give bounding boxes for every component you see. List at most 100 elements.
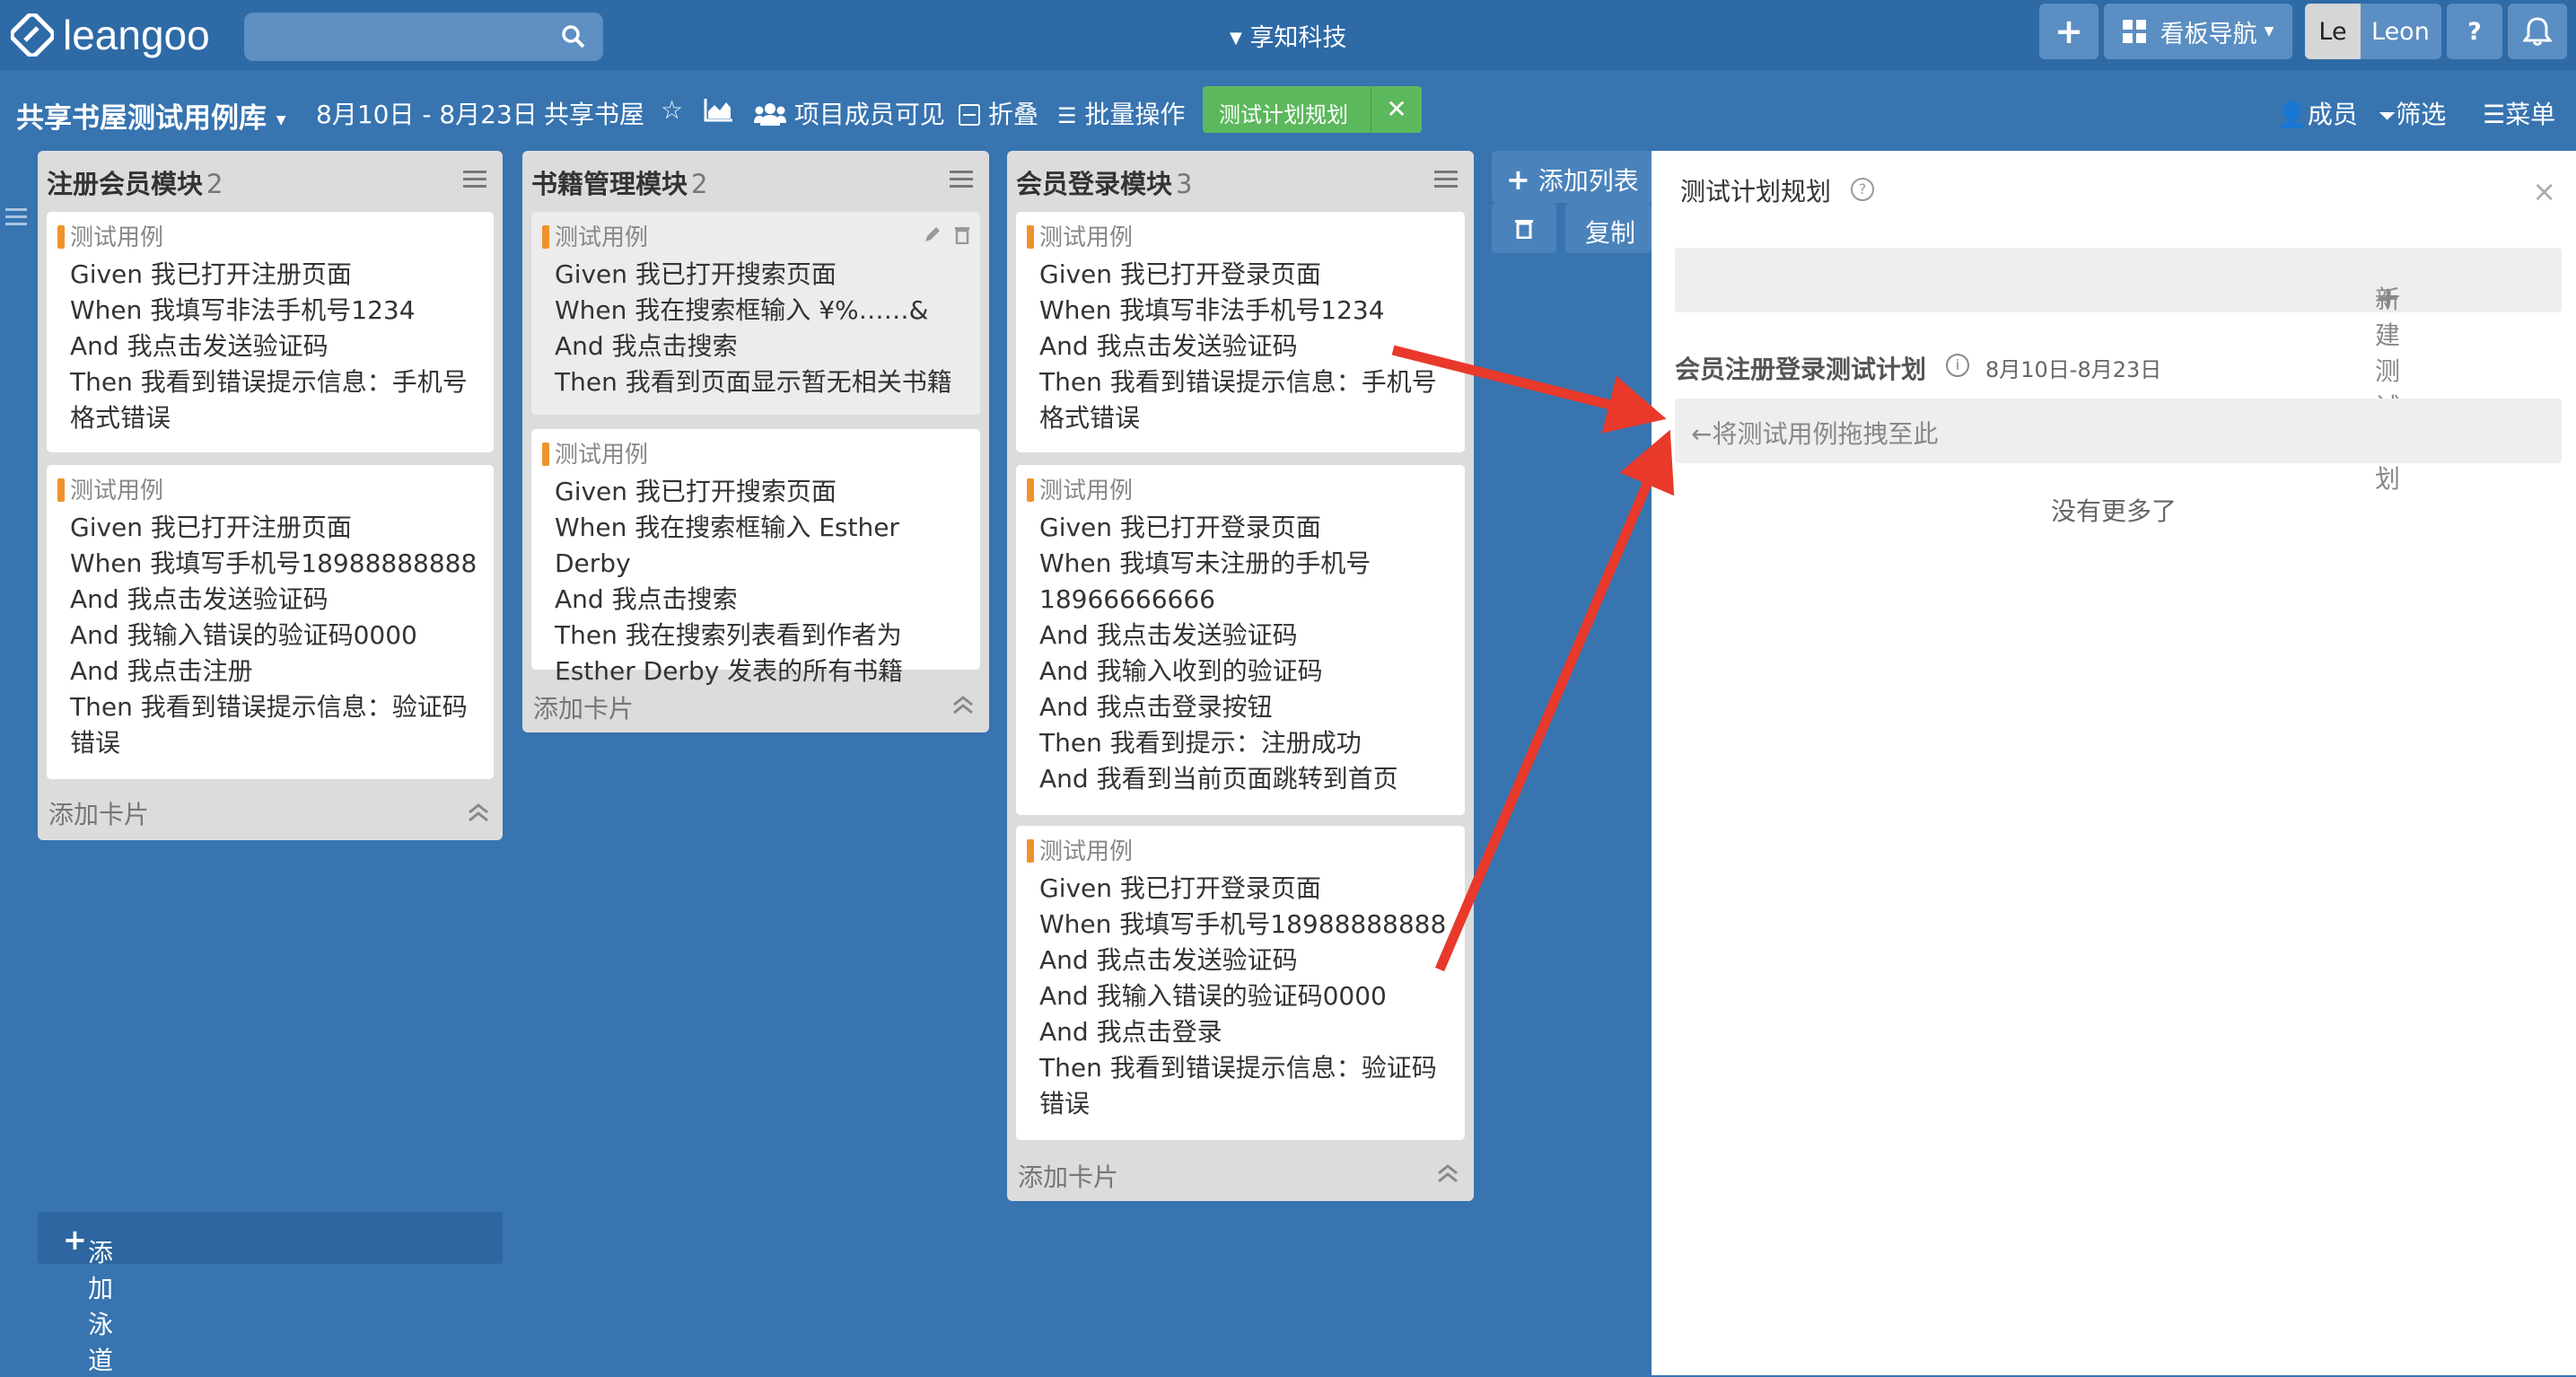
plus-icon: + [1506, 162, 1530, 197]
list-title-text: 注册会员模块 [47, 169, 204, 199]
lane-handle-icon[interactable] [5, 208, 27, 226]
card-label: 测试用例 [57, 472, 163, 505]
test-case-card[interactable]: 测试用例 Given 我已打开搜索页面 When 我在搜索框输入 Esther D… [531, 429, 980, 686]
list-title[interactable]: 注册会员模块 2 [47, 163, 223, 201]
batch-operations-button[interactable]: ☰ 批量操作 [1057, 95, 1185, 131]
card-text: Given 我已打开搜索页面 When 我在搜索框输入 Esther Derby A… [555, 477, 904, 686]
card-label: 测试用例 [1027, 472, 1133, 505]
edit-icon[interactable] [923, 224, 942, 244]
card-text: Given 我已打开登录页面 When 我填写非法手机号1234 And 我点击发送… [1039, 259, 1437, 433]
fold-label: 折叠 [987, 100, 1038, 129]
add-lane-button[interactable]: + 添加泳道 [38, 1212, 503, 1375]
collapse-up-icon[interactable] [467, 803, 490, 822]
add-list-button[interactable]: + 添加列表 [1492, 151, 1653, 203]
fold-button[interactable]: 折叠 [959, 95, 1038, 131]
board-date-range[interactable]: 8月10日 - 8月23日 [316, 95, 538, 131]
card-label: 测试用例 [542, 219, 648, 252]
list-column: 书籍管理模块 2 测试用例 Given 我已打开搜索页面 When 我在搜索框输入 … [522, 151, 989, 732]
board-title-dropdown[interactable]: 共享书屋测试用例库 ▼ [16, 95, 286, 136]
test-case-card[interactable]: 测试用例 Given 我已打开登录页面 When 我填写未注册的手机号189666… [1016, 465, 1465, 815]
add-lane-label: 添加泳道 [88, 1238, 114, 1375]
close-icon[interactable]: × [2532, 174, 2556, 208]
test-case-card[interactable]: 测试用例 Given 我已打开搜索页面 When 我在搜索框输入 ¥%……& And… [531, 212, 980, 415]
search-input[interactable] [244, 13, 603, 61]
collapse-up-icon[interactable] [1436, 1163, 1459, 1183]
users-icon [754, 103, 786, 126]
top-navbar: leangoo ▼ 享知科技 + 看板导航 ▼ Le Leon ? [0, 0, 2576, 70]
chart-icon[interactable] [704, 97, 734, 122]
list-icon: ☰ [1057, 103, 1077, 128]
board-nav-button[interactable]: 看板导航 ▼ [2104, 4, 2292, 59]
new-test-plan-button[interactable]: + 新建测试计划 [1675, 248, 2562, 494]
leangoo-logo-icon [11, 13, 54, 57]
copy-label: 复制 [1585, 218, 1636, 248]
hamburger-icon: ☰ [2483, 100, 2506, 129]
add-card-button[interactable]: 添加卡片 [1018, 1158, 1118, 1194]
test-case-card[interactable]: 测试用例 Given 我已打开登录页面 When 我填写手机号1898888888… [1016, 826, 1465, 1140]
info-icon[interactable]: i [1946, 354, 1969, 377]
test-plan-date: 8月10日-8月23日 [1985, 357, 2162, 382]
notification-button[interactable] [2508, 4, 2567, 59]
list-column: 会员登录模块 3 测试用例 Given 我已打开登录页面 When 我填写非法手机号… [1007, 151, 1474, 1201]
list-menu-icon[interactable] [463, 171, 486, 189]
members-button[interactable]: 👤成员 [2276, 95, 2358, 131]
test-plan-panel: 测试计划规划 ? × + 新建测试计划 会员注册登录测试计划 i 8月10日-8… [1652, 151, 2576, 1375]
add-card-button[interactable]: 添加卡片 [533, 689, 634, 725]
filter-label: 筛选 [2396, 100, 2447, 129]
no-more-text: 没有更多了 [2050, 496, 2177, 526]
test-case-card[interactable]: 测试用例 Given 我已打开注册页面 When 我填写非法手机号1234 And … [47, 212, 494, 452]
grid-icon [2122, 20, 2146, 43]
card-text: Given 我已打开注册页面 When 我填写非法手机号1234 And 我点击发送… [70, 259, 468, 433]
test-case-card[interactable]: 测试用例 Given 我已打开登录页面 When 我填写非法手机号1234 And … [1016, 212, 1465, 452]
test-plan-toggle-label: 测试计划规划 [1219, 102, 1348, 127]
delete-button[interactable] [1492, 203, 1556, 253]
org-name: 享知科技 [1249, 24, 1347, 52]
bell-icon [2523, 17, 2552, 46]
members-label: 成员 [2307, 100, 2358, 129]
org-switcher[interactable]: ▼ 享知科技 [1230, 18, 1346, 53]
logo[interactable]: leangoo [11, 11, 210, 59]
caret-down-icon: ▼ [1230, 29, 1242, 48]
close-icon[interactable]: ✕ [1371, 86, 1422, 133]
add-card-button[interactable]: 添加卡片 [48, 795, 149, 831]
add-button[interactable]: + [2039, 4, 2098, 59]
delete-icon[interactable] [953, 224, 971, 244]
list-title[interactable]: 会员登录模块 3 [1016, 163, 1192, 201]
user-menu[interactable]: Le Leon [2305, 4, 2441, 59]
list-menu-icon[interactable] [1434, 171, 1458, 189]
copy-button[interactable]: 复制 [1565, 203, 1652, 253]
list-card-count: 2 [691, 169, 708, 199]
logo-text: leangoo [63, 12, 210, 58]
test-plan-name[interactable]: 会员注册登录测试计划 [1675, 350, 1926, 386]
visibility-label: 项目成员可见 [793, 100, 945, 129]
list-menu-icon[interactable] [950, 171, 973, 189]
list-column: 注册会员模块 2 测试用例 Given 我已打开注册页面 When 我填写非法手机号… [38, 151, 503, 840]
card-label: 测试用例 [1027, 219, 1133, 252]
help-icon[interactable]: ? [1851, 178, 1874, 201]
test-case-card[interactable]: 测试用例 Given 我已打开注册页面 When 我填写手机号1898888888… [47, 465, 494, 779]
help-button[interactable]: ? [2447, 4, 2502, 59]
avatar: Le [2305, 4, 2361, 59]
drop-zone[interactable]: ←将测试用例拖拽至此 [1675, 399, 2562, 463]
card-text: Given 我已打开登录页面 When 我填写手机号18988888888 And … [1039, 873, 1447, 1118]
list-title[interactable]: 书籍管理模块 2 [531, 163, 707, 201]
card-label: 测试用例 [57, 219, 163, 252]
test-plan-toggle[interactable]: 测试计划规划 ✕ [1203, 86, 1422, 133]
search-icon[interactable] [560, 23, 587, 50]
filter-button[interactable]: ⏷筛选 [2379, 95, 2446, 131]
list-title-text: 会员登录模块 [1016, 169, 1173, 199]
project-name[interactable]: 共享书屋 [544, 95, 644, 131]
card-text: Given 我已打开登录页面 When 我填写未注册的手机号18966666666… [1039, 513, 1398, 794]
card-label: 测试用例 [1027, 833, 1133, 866]
card-text: Given 我已打开搜索页面 When 我在搜索框输入 ¥%……& And 我点击搜… [555, 259, 952, 397]
user-icon: 👤 [2276, 100, 2308, 129]
menu-label: 菜单 [2505, 100, 2556, 129]
visibility-selector[interactable]: 项目成员可见 [754, 95, 945, 131]
plus-icon: + [63, 1223, 87, 1257]
caret-down-icon: ▼ [2264, 24, 2274, 39]
list-card-count: 3 [1176, 169, 1193, 199]
star-icon[interactable]: ☆ [661, 95, 683, 125]
board-title: 共享书屋测试用例库 [16, 102, 267, 135]
collapse-up-icon[interactable] [951, 695, 975, 715]
menu-button[interactable]: ☰菜单 [2483, 95, 2555, 131]
